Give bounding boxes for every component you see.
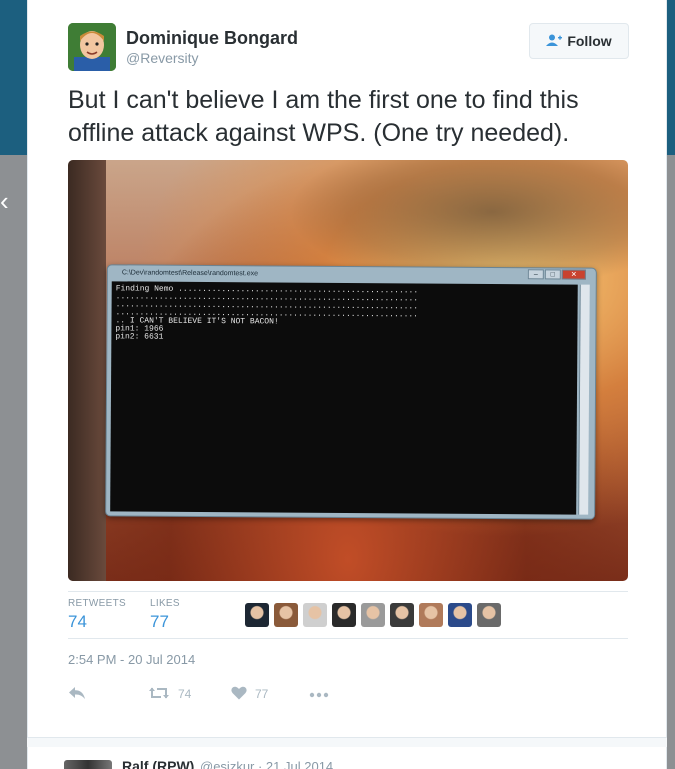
liker-avatar[interactable] bbox=[332, 603, 356, 627]
liker-avatar[interactable] bbox=[390, 603, 414, 627]
console-window-controls: – □ ✕ bbox=[527, 269, 586, 280]
likes-label: LIKES bbox=[150, 598, 180, 609]
tweet-header: Dominique Bongard @Reversity Follow bbox=[68, 23, 629, 73]
liker-avatar[interactable] bbox=[245, 603, 269, 627]
replies-divider bbox=[27, 737, 667, 747]
retweets-label: RETWEETS bbox=[68, 598, 126, 609]
follow-button[interactable]: Follow bbox=[529, 23, 629, 59]
tweet-text: But I can't believe I am the first one t… bbox=[68, 86, 579, 147]
liker-avatar[interactable] bbox=[274, 603, 298, 627]
reply-icon bbox=[68, 686, 86, 703]
tweet-stats: RETWEETS 74 LIKES 77 bbox=[68, 591, 628, 639]
avatar[interactable] bbox=[68, 23, 116, 71]
reply-button[interactable] bbox=[68, 683, 86, 705]
liker-avatar[interactable] bbox=[303, 603, 327, 627]
like-button[interactable]: 77 bbox=[231, 683, 268, 705]
minimize-icon: – bbox=[527, 269, 544, 280]
console-output: Finding Nemo ...........................… bbox=[110, 281, 578, 515]
retweet-count: 74 bbox=[178, 687, 192, 701]
tweet-photo[interactable]: C:\Dev\randomtest\Release\randomtest.exe… bbox=[68, 160, 628, 581]
liker-avatar[interactable] bbox=[477, 603, 501, 627]
display-name[interactable]: Dominique Bongard bbox=[126, 28, 298, 49]
user-handle[interactable]: @Reversity bbox=[126, 50, 199, 66]
console-scrollbar bbox=[578, 284, 590, 515]
liker-avatar[interactable] bbox=[419, 603, 443, 627]
follow-person-icon bbox=[546, 33, 563, 49]
tweet-timestamp[interactable]: 2:54 PM - 20 Jul 2014 bbox=[68, 652, 195, 667]
more-dots-icon bbox=[309, 687, 329, 701]
tweet-modal: Dominique Bongard @Reversity Follow But … bbox=[27, 0, 667, 769]
liker-avatar[interactable] bbox=[361, 603, 385, 627]
retweet-icon bbox=[148, 686, 170, 703]
liker-avatar[interactable] bbox=[448, 603, 472, 627]
previous-arrow-icon[interactable]: ‹ bbox=[0, 186, 14, 216]
likes-stat[interactable]: LIKES 77 bbox=[150, 598, 180, 632]
likes-count: 77 bbox=[150, 612, 169, 631]
console-window-title: C:\Dev\randomtest\Release\randomtest.exe bbox=[121, 269, 259, 278]
photo-background-band bbox=[68, 160, 106, 581]
like-count: 77 bbox=[255, 687, 269, 701]
reply-tweet[interactable]: Ralf (RPW) @esizkur · 21 Jul 2014 bbox=[64, 756, 624, 769]
maximize-icon: □ bbox=[544, 269, 561, 280]
follow-label: Follow bbox=[567, 33, 612, 49]
tweet-actions: 74 77 bbox=[68, 683, 368, 707]
retweets-count: 74 bbox=[68, 612, 87, 631]
retweet-button[interactable]: 74 bbox=[148, 683, 191, 705]
console-window: C:\Dev\randomtest\Release\randomtest.exe… bbox=[105, 264, 597, 520]
liker-avatars bbox=[245, 603, 501, 627]
reply-avatar[interactable] bbox=[64, 760, 112, 769]
close-icon: ✕ bbox=[561, 269, 586, 280]
more-button[interactable] bbox=[309, 683, 329, 705]
reply-meta: @esizkur · 21 Jul 2014 bbox=[200, 759, 334, 769]
retweets-stat[interactable]: RETWEETS 74 bbox=[68, 598, 126, 632]
reply-display-name[interactable]: Ralf (RPW) bbox=[122, 758, 194, 769]
heart-icon bbox=[231, 686, 247, 703]
